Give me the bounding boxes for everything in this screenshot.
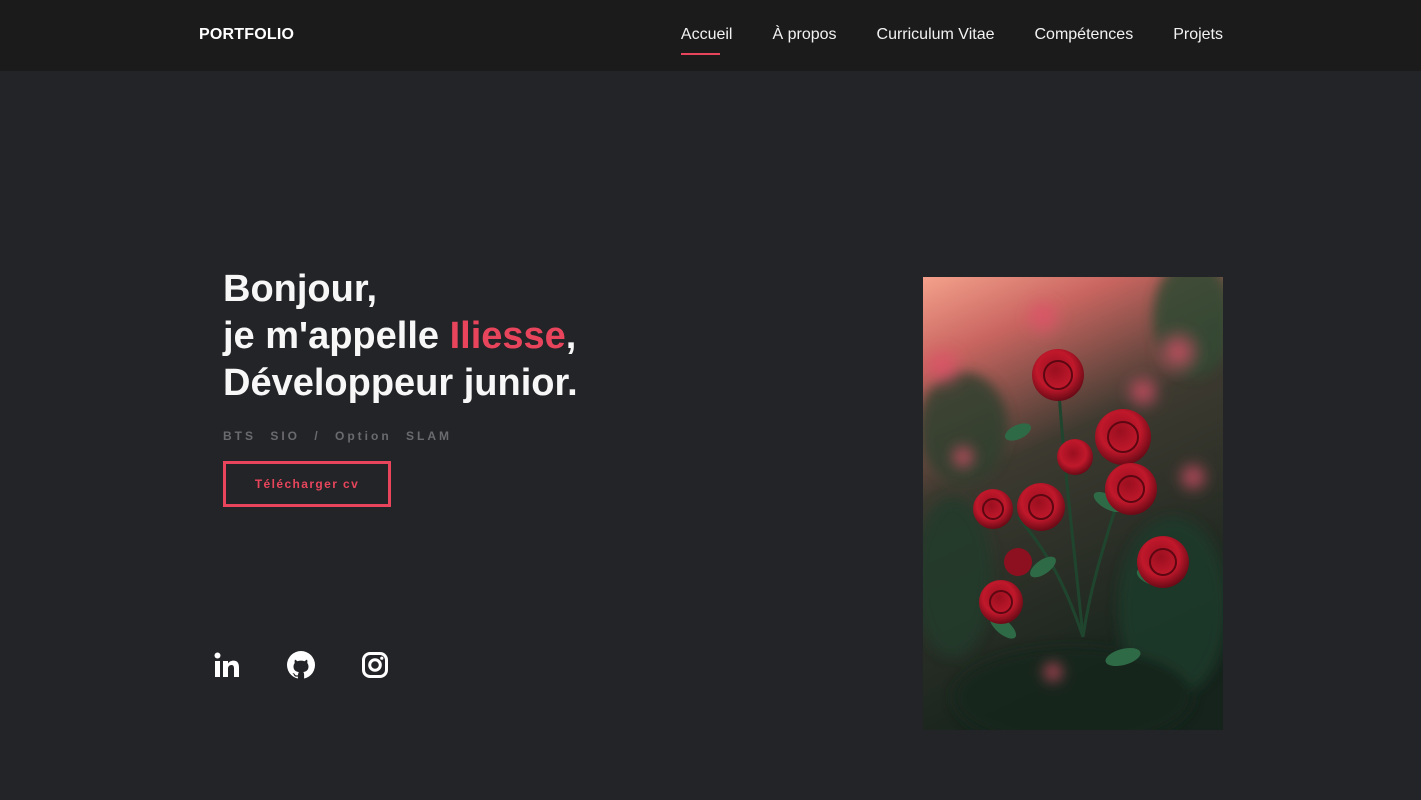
nav-item-accueil[interactable]: Accueil xyxy=(680,26,732,55)
nav-item-a-propos[interactable]: À propos xyxy=(772,26,836,44)
roses-image xyxy=(923,277,1223,730)
instagram-icon xyxy=(362,652,388,678)
github-icon xyxy=(287,651,315,679)
tagline: BTS SIO / Option SLAM xyxy=(223,429,452,443)
hero-photo xyxy=(923,277,1223,730)
job-title: Développeur junior. xyxy=(223,362,578,404)
github-link[interactable] xyxy=(286,649,316,681)
nav-item-competences[interactable]: Compétences xyxy=(1034,26,1133,44)
hero-name: Iliesse xyxy=(449,315,566,357)
nav-item-curriculum-vitae[interactable]: Curriculum Vitae xyxy=(877,26,995,44)
download-cv-button[interactable]: Télécharger cv xyxy=(223,461,391,507)
intro-text: je m'appelle xyxy=(223,315,450,357)
social-links xyxy=(212,649,390,681)
hero-section: Bonjour, je m'appelle Iliesse, Développe… xyxy=(223,266,578,507)
hero-headline: Bonjour, je m'appelle Iliesse, Développe… xyxy=(223,266,578,407)
greeting-text: Bonjour, xyxy=(223,268,378,310)
nav-menu: Accueil À propos Curriculum Vitae Compét… xyxy=(680,26,1223,55)
nav-item-projets[interactable]: Projets xyxy=(1173,26,1223,44)
instagram-link[interactable] xyxy=(360,649,390,681)
intro-comma: , xyxy=(565,315,577,357)
linkedin-link[interactable] xyxy=(212,649,242,681)
brand-logo[interactable]: PORTFOLIO xyxy=(199,26,294,44)
navbar: PORTFOLIO Accueil À propos Curriculum Vi… xyxy=(0,0,1421,71)
linkedin-icon xyxy=(214,652,239,677)
